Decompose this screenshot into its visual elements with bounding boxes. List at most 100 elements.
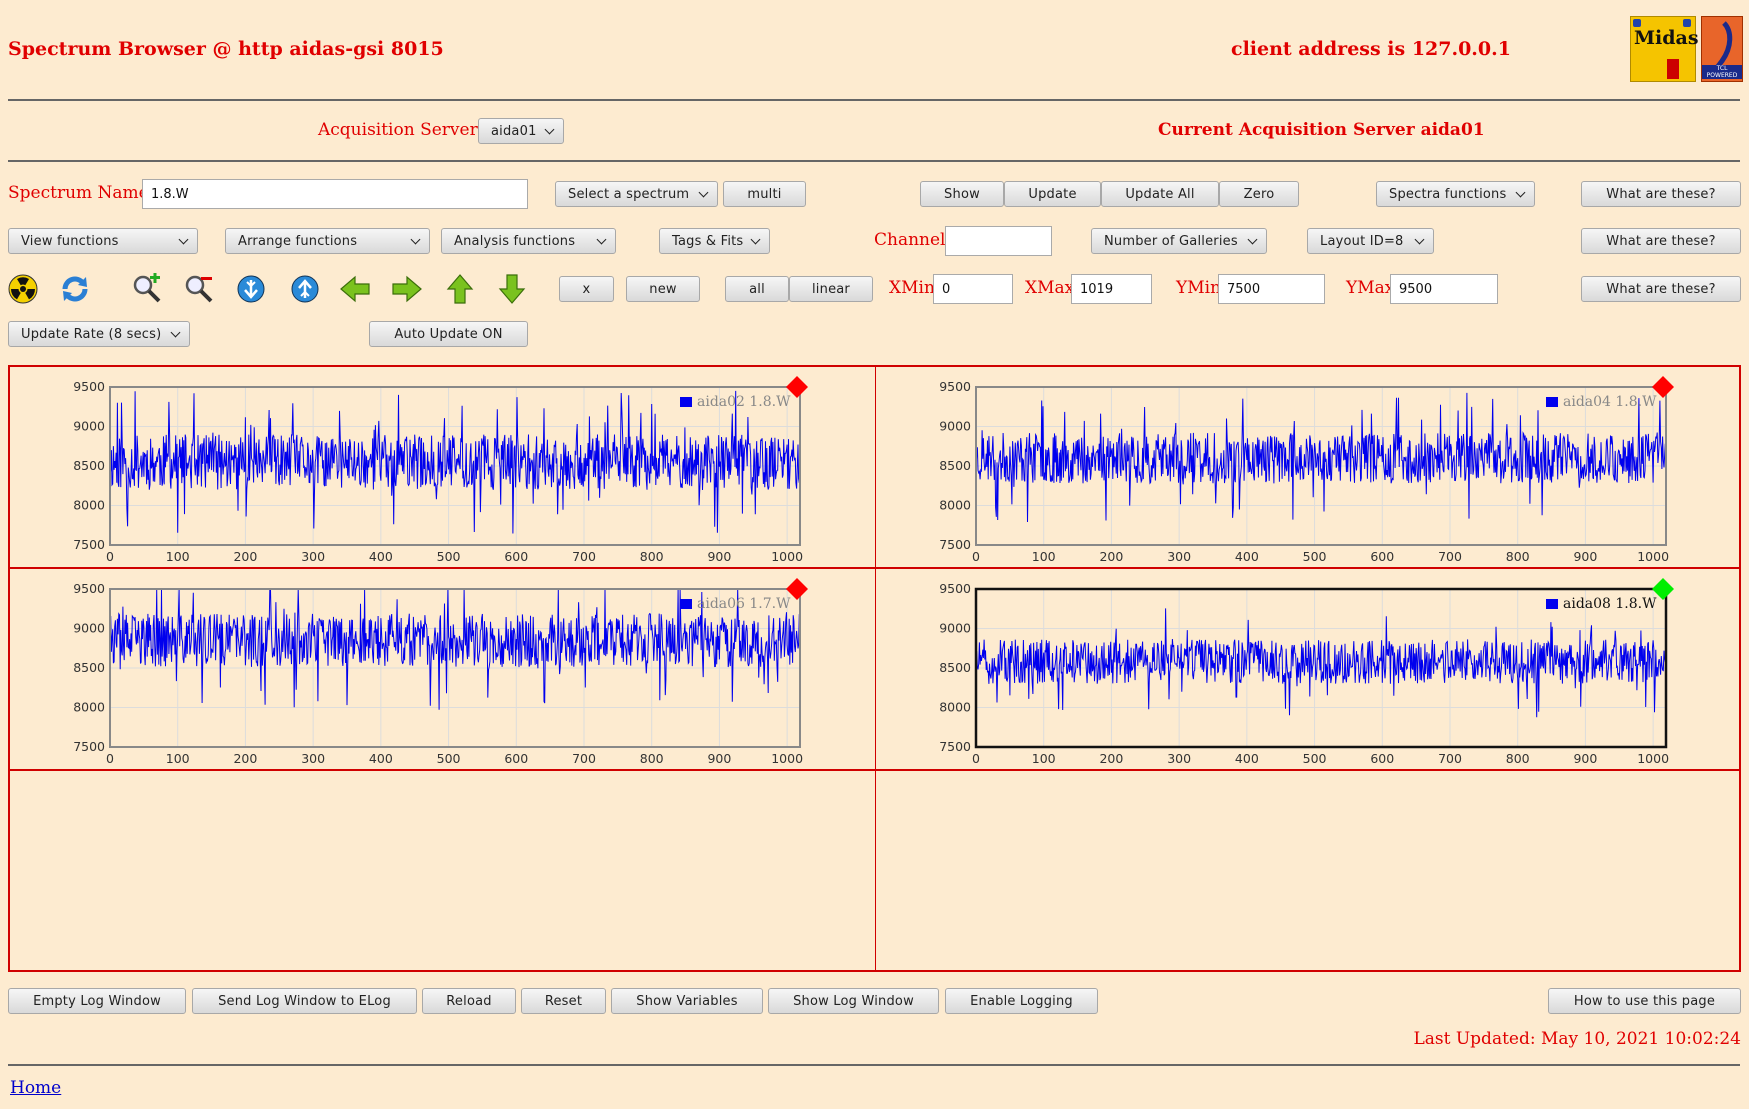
empty-gallery-cell[interactable] xyxy=(10,771,875,970)
x-tick-label: 200 xyxy=(1099,751,1123,766)
arrow-up-icon[interactable] xyxy=(443,272,477,306)
y-tick-label: 7500 xyxy=(73,739,105,754)
show-variables-button[interactable]: Show Variables xyxy=(611,988,763,1014)
x-tick-label: 700 xyxy=(572,751,596,766)
layout-dropdown[interactable]: Layout ID=8 xyxy=(1307,228,1434,254)
x-tick-label: 800 xyxy=(640,549,664,564)
spectra-functions-dropdown[interactable]: Spectra functions xyxy=(1376,181,1535,207)
spectrum-name-input[interactable]: 1.8.W xyxy=(142,179,528,209)
x-tick-label: 700 xyxy=(1438,751,1462,766)
channel-input[interactable] xyxy=(945,226,1052,256)
tags-fits-dropdown[interactable]: Tags & Fits xyxy=(659,228,770,254)
arrow-down-icon[interactable] xyxy=(495,272,529,306)
spectrum-name-label: Spectrum Name: xyxy=(8,183,155,203)
x-tick-label: 300 xyxy=(1167,549,1191,564)
send-log-to-elog-button[interactable]: Send Log Window to ELog xyxy=(192,988,417,1014)
number-of-galleries-dropdown[interactable]: Number of Galleries xyxy=(1091,228,1267,254)
acquisition-servers-label: Acquisition Servers xyxy=(318,120,487,140)
analysis-functions-label: Analysis functions xyxy=(454,233,576,249)
spectrum-chart-aida04[interactable]: 0 100 200 300 400 500 600 700 800 900 1000 9500 9000… xyxy=(876,367,1739,571)
what-are-these-button-3[interactable]: What are these? xyxy=(1581,276,1741,302)
last-updated: Last Updated: May 10, 2021 10:02:24 xyxy=(1413,1029,1741,1049)
zoom-in-icon[interactable] xyxy=(130,272,164,306)
y-tick-label: 9500 xyxy=(73,581,105,596)
update-rate-label: Update Rate (8 secs) xyxy=(21,326,162,342)
y-tick-label: 8000 xyxy=(939,498,971,513)
arrow-left-icon[interactable] xyxy=(338,272,372,306)
x-tick-label: 100 xyxy=(1032,751,1056,766)
select-spectrum-dropdown[interactable]: Select a spectrum xyxy=(555,181,718,207)
linear-button[interactable]: linear xyxy=(789,276,873,302)
what-are-these-button-1[interactable]: What are these? xyxy=(1581,181,1741,207)
empty-gallery-cell[interactable] xyxy=(876,771,1739,970)
xmin-input[interactable]: 0 xyxy=(933,274,1013,304)
x-tick-label: 500 xyxy=(1303,549,1327,564)
view-functions-label: View functions xyxy=(21,233,119,249)
x-tick-label: 0 xyxy=(106,751,114,766)
analysis-functions-dropdown[interactable]: Analysis functions xyxy=(441,228,616,254)
spectrum-chart-aida02[interactable]: 0 100 200 300 400 500 600 700 800 900 1000 9500 9000… xyxy=(10,367,873,571)
reload-button[interactable]: Reload xyxy=(422,988,516,1014)
y-tick-label: 7500 xyxy=(939,739,971,754)
y-tick-label: 8000 xyxy=(939,700,971,715)
ymax-input[interactable]: 9500 xyxy=(1390,274,1498,304)
x-tick-label: 600 xyxy=(1370,549,1394,564)
update-all-button[interactable]: Update All xyxy=(1101,181,1219,207)
server-select[interactable]: aida01 xyxy=(478,118,564,144)
show-log-window-button[interactable]: Show Log Window xyxy=(768,988,939,1014)
x-tick-label: 600 xyxy=(504,549,528,564)
ymin-input[interactable]: 7500 xyxy=(1218,274,1325,304)
spectrum-chart-aida08[interactable]: 0 100 200 300 400 500 600 700 800 900 1000 9500 9000… xyxy=(876,569,1739,773)
show-button[interactable]: Show xyxy=(920,181,1004,207)
y-tick-label: 9000 xyxy=(73,621,105,636)
channel-label: Channel: xyxy=(874,230,952,250)
how-to-use-button[interactable]: How to use this page xyxy=(1548,988,1741,1014)
arrow-up-blue-icon[interactable] xyxy=(288,272,322,306)
y-tick-label: 9500 xyxy=(73,379,105,394)
x-tick-label: 0 xyxy=(972,751,980,766)
legend-swatch xyxy=(680,397,692,407)
new-button[interactable]: new xyxy=(626,276,700,302)
auto-update-button[interactable]: Auto Update ON xyxy=(369,321,528,347)
current-server: Current Acquisition Server aida01 xyxy=(1158,120,1485,140)
legend-label: aida02 1.8.W xyxy=(697,394,791,410)
layout-label: Layout ID=8 xyxy=(1320,233,1404,249)
arrange-functions-dropdown[interactable]: Arrange functions xyxy=(225,228,430,254)
spectrum-chart-aida06[interactable]: 0 100 200 300 400 500 600 700 800 900 1000 9500 9000… xyxy=(10,569,873,773)
zero-button[interactable]: Zero xyxy=(1219,181,1299,207)
divider-top xyxy=(8,99,1740,101)
arrow-down-blue-icon[interactable] xyxy=(234,272,268,306)
y-tick-label: 7500 xyxy=(73,537,105,552)
xmax-input[interactable]: 1019 xyxy=(1071,274,1152,304)
chevron-down-icon xyxy=(1247,234,1258,244)
arrow-right-icon[interactable] xyxy=(390,272,424,306)
server-select-value: aida01 xyxy=(491,123,537,139)
all-button[interactable]: all xyxy=(725,276,789,302)
home-link[interactable]: Home xyxy=(10,1078,61,1098)
zoom-out-icon[interactable] xyxy=(182,272,216,306)
reset-button[interactable]: Reset xyxy=(521,988,606,1014)
ymin-label: YMin xyxy=(1176,278,1222,298)
x-tick-label: 800 xyxy=(1506,751,1530,766)
enable-logging-button[interactable]: Enable Logging xyxy=(945,988,1098,1014)
series-line xyxy=(975,608,1667,718)
x-tick-label: 300 xyxy=(1167,751,1191,766)
y-tick-label: 9500 xyxy=(939,379,971,394)
update-button[interactable]: Update xyxy=(1004,181,1101,207)
x-tick-label: 0 xyxy=(106,549,114,564)
empty-log-window-button[interactable]: Empty Log Window xyxy=(8,988,186,1014)
update-rate-dropdown[interactable]: Update Rate (8 secs) xyxy=(8,321,190,347)
what-are-these-button-2[interactable]: What are these? xyxy=(1581,228,1741,254)
radiation-icon[interactable] xyxy=(6,272,40,306)
client-address: client address is 127.0.0.1 xyxy=(1231,38,1511,60)
chevron-down-icon xyxy=(698,187,709,197)
refresh-icon[interactable] xyxy=(58,272,92,306)
x-tick-label: 200 xyxy=(1099,549,1123,564)
series-line xyxy=(975,392,1667,523)
x-tick-label: 900 xyxy=(707,751,731,766)
xmax-label: XMax xyxy=(1025,278,1075,298)
x-button[interactable]: x xyxy=(559,276,614,302)
x-tick-label: 200 xyxy=(233,751,257,766)
view-functions-dropdown[interactable]: View functions xyxy=(8,228,198,254)
multi-button[interactable]: multi xyxy=(723,181,806,207)
